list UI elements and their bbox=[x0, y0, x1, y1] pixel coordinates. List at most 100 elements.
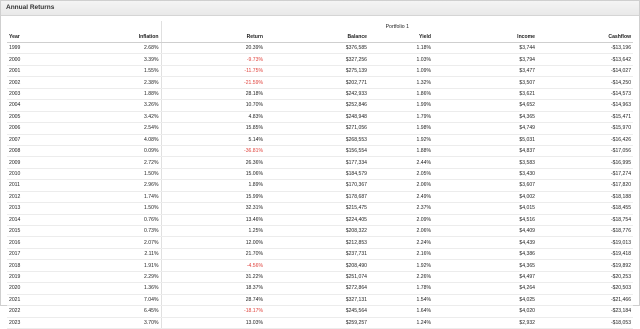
cell-year: 2007 bbox=[7, 134, 69, 146]
cell-yield: 1.64% bbox=[369, 305, 433, 318]
table-row: 2003 1.88% 28.18% $242,933 1.86% $3,621 -$14,5… bbox=[7, 88, 634, 101]
cell-cashflow: -$18,053 bbox=[537, 317, 634, 329]
cell-yield: 1.32% bbox=[369, 76, 433, 89]
cell-year: 2018 bbox=[7, 259, 69, 272]
annual-returns-table-container: Portfolio 1 Year Inflation Return Balanc… bbox=[7, 21, 634, 329]
cell-yield: 1.09% bbox=[369, 65, 433, 78]
cell-return: 15.99% bbox=[160, 191, 265, 204]
cell-yield: 1.88% bbox=[369, 145, 433, 158]
table-row: 2018 1.91% -4.56% $208,490 1.92% $4,365 -$19,8… bbox=[7, 259, 634, 272]
table-row: 2014 0.76% 13.46% $224,405 2.09% $4,516 -$18,7… bbox=[7, 214, 634, 227]
cell-income: $3,583 bbox=[433, 156, 537, 169]
cell-return: 31.22% bbox=[160, 271, 265, 284]
cell-year: 2002 bbox=[7, 76, 69, 89]
cell-cashflow: -$14,573 bbox=[537, 88, 634, 101]
cell-year: 2023 bbox=[7, 317, 69, 329]
table-row: 2006 2.54% 15.85% $271,056 1.98% $4,749 -$15,9… bbox=[7, 122, 634, 135]
column-header-year[interactable]: Year bbox=[7, 32, 69, 43]
cell-return: 10.70% bbox=[160, 99, 265, 112]
cell-inflation: 2.11% bbox=[69, 248, 161, 261]
cell-yield: 1.78% bbox=[369, 282, 433, 295]
cell-inflation: 1.36% bbox=[69, 282, 161, 295]
cell-return: 15.06% bbox=[160, 168, 265, 181]
cell-year: 2017 bbox=[7, 248, 69, 261]
column-header-row: Year Inflation Return Balance Yield Inco… bbox=[7, 32, 634, 43]
cell-return: -18.17% bbox=[160, 305, 265, 318]
table-row: 2011 2.96% 1.89% $170,367 2.06% $3,607 -$17,82… bbox=[7, 179, 634, 192]
cell-year: 2000 bbox=[7, 53, 69, 66]
table-row: 2012 1.74% 15.99% $178,687 2.49% $4,002 -$18,1… bbox=[7, 191, 634, 204]
table-row: 2017 2.11% 21.70% $237,731 2.16% $4,386 -$19,4… bbox=[7, 248, 634, 261]
cell-balance: $248,948 bbox=[265, 111, 369, 124]
column-header-income[interactable]: Income bbox=[433, 32, 537, 43]
cell-balance: $271,056 bbox=[265, 122, 369, 135]
cell-inflation: 0.73% bbox=[69, 225, 161, 238]
cell-cashflow: -$15,970 bbox=[537, 122, 634, 135]
cell-inflation: 0.76% bbox=[69, 214, 161, 227]
cell-income: $4,264 bbox=[433, 282, 537, 295]
table-row: 2023 3.70% 13.03% $259,257 1.24% $2,932 -$18,0… bbox=[7, 317, 634, 329]
cell-income: $3,744 bbox=[433, 42, 537, 55]
cell-balance: $202,771 bbox=[265, 76, 369, 89]
cell-inflation: 1.50% bbox=[69, 202, 161, 215]
cell-year: 2010 bbox=[7, 168, 69, 181]
cell-cashflow: -$17,820 bbox=[537, 179, 634, 192]
cell-balance: $268,553 bbox=[265, 134, 369, 146]
cell-inflation: 2.07% bbox=[69, 236, 161, 249]
cell-yield: 2.06% bbox=[369, 179, 433, 192]
cell-yield: 1.24% bbox=[369, 317, 433, 329]
cell-return: 1.89% bbox=[160, 179, 265, 192]
table-row: 2010 1.50% 15.06% $184,579 2.05% $3,430 -$17,2… bbox=[7, 168, 634, 181]
cell-year: 2009 bbox=[7, 156, 69, 169]
cell-yield: 2.09% bbox=[369, 214, 433, 227]
cell-balance: $275,139 bbox=[265, 65, 369, 78]
column-header-return[interactable]: Return bbox=[160, 32, 265, 43]
column-header-cashflow[interactable]: Cashflow bbox=[537, 32, 634, 43]
cell-yield: 2.37% bbox=[369, 202, 433, 215]
cell-balance: $252,846 bbox=[265, 99, 369, 112]
cell-balance: $208,490 bbox=[265, 259, 369, 272]
table-row: 2002 2.38% -21.59% $202,771 1.32% $3,507 -$14,… bbox=[7, 76, 634, 89]
cell-cashflow: -$13,642 bbox=[537, 53, 634, 66]
table-row: 2016 2.07% 12.00% $212,853 2.24% $4,439 -$19,0… bbox=[7, 236, 634, 249]
cell-yield: 2.49% bbox=[369, 191, 433, 204]
table-row: 2020 1.36% 18.37% $272,864 1.78% $4,264 -$20,5… bbox=[7, 282, 634, 295]
cell-balance: $327,256 bbox=[265, 53, 369, 66]
cell-cashflow: -$14,027 bbox=[537, 65, 634, 78]
cell-year: 1999 bbox=[7, 42, 69, 55]
cell-year: 2022 bbox=[7, 305, 69, 318]
cell-income: $3,507 bbox=[433, 76, 537, 89]
group-header-spacer bbox=[7, 21, 161, 32]
cell-inflation: 1.91% bbox=[69, 259, 161, 272]
column-header-inflation[interactable]: Inflation bbox=[69, 32, 161, 43]
cell-inflation: 0.09% bbox=[69, 145, 161, 158]
cell-return: 13.03% bbox=[160, 317, 265, 329]
cell-return: 12.00% bbox=[160, 236, 265, 249]
cell-inflation: 2.38% bbox=[69, 76, 161, 89]
cell-income: $4,365 bbox=[433, 259, 537, 272]
table-row: 2009 2.72% 26.36% $177,334 2.44% $3,583 -$16,9… bbox=[7, 156, 634, 169]
cell-year: 2005 bbox=[7, 111, 69, 124]
cell-return: -4.56% bbox=[160, 259, 265, 272]
cell-balance: $272,864 bbox=[265, 282, 369, 295]
cell-return: 21.70% bbox=[160, 248, 265, 261]
cell-inflation: 3.42% bbox=[69, 111, 161, 124]
cell-inflation: 2.72% bbox=[69, 156, 161, 169]
cell-income: $3,794 bbox=[433, 53, 537, 66]
cell-income: $5,031 bbox=[433, 134, 537, 146]
cell-return: -9.73% bbox=[160, 53, 265, 66]
cell-return: 15.85% bbox=[160, 122, 265, 135]
column-header-balance[interactable]: Balance bbox=[265, 32, 369, 43]
cell-cashflow: -$19,892 bbox=[537, 259, 634, 272]
column-header-yield[interactable]: Yield bbox=[369, 32, 433, 43]
cell-year: 2001 bbox=[7, 65, 69, 78]
annual-returns-panel: Annual Returns Portfolio 1 Year Inflatio… bbox=[0, 0, 640, 329]
table-row: 2005 3.42% 4.83% $248,948 1.79% $4,365 -$15,47… bbox=[7, 111, 634, 124]
cell-yield: 2.05% bbox=[369, 168, 433, 181]
cell-return: -36.81% bbox=[160, 145, 265, 158]
cell-income: $4,002 bbox=[433, 191, 537, 204]
cell-income: $4,386 bbox=[433, 248, 537, 261]
cell-cashflow: -$19,013 bbox=[537, 236, 634, 249]
cell-return: 1.25% bbox=[160, 225, 265, 238]
cell-income: $4,516 bbox=[433, 214, 537, 227]
